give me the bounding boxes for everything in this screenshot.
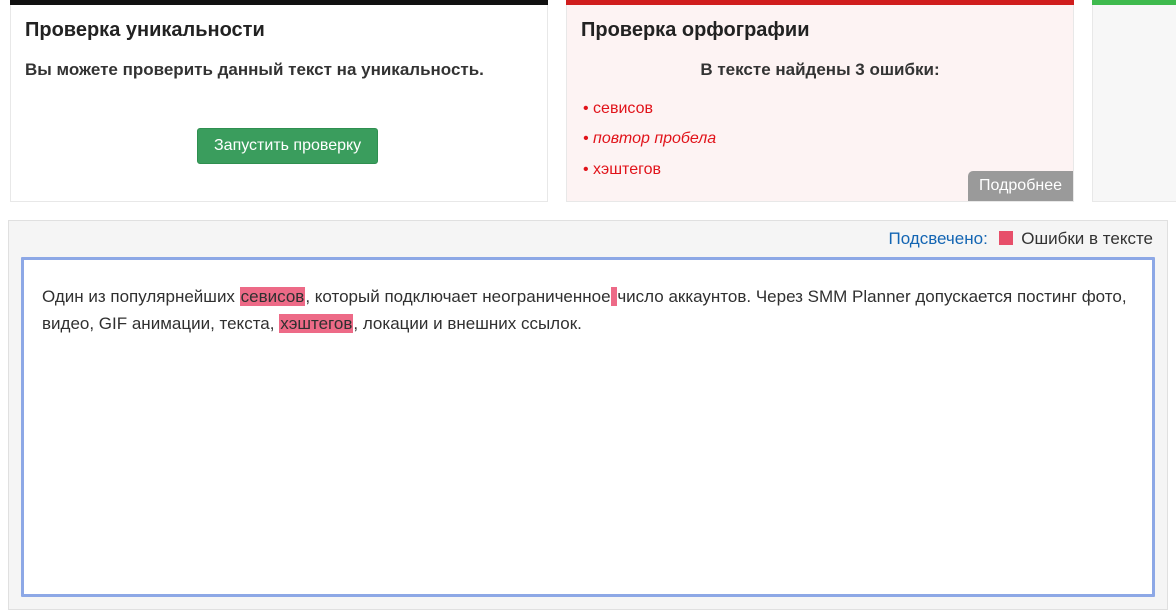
seo-panel: SEO-ана Всег Бе Колич (1092, 0, 1176, 202)
seo-row: Всег (1107, 64, 1176, 93)
spelling-panel: Проверка орфографии В тексте найдены 3 о… (566, 0, 1074, 202)
text-error-highlight[interactable]: хэштегов (279, 314, 353, 333)
seo-title: SEO-ана (1107, 19, 1176, 42)
spelling-error-item: севисов (583, 94, 1059, 124)
seo-row: Колич (1107, 121, 1176, 150)
spelling-error-item: повтор пробела (583, 124, 1059, 154)
uniqueness-title: Проверка уникальности (25, 19, 533, 42)
result-panel: Подсвечено: Ошибки в тексте Один из попу… (8, 220, 1168, 610)
spelling-subtitle: В тексте найдены 3 ошибки: (581, 60, 1059, 80)
uniqueness-panel-body: Проверка уникальности Вы можете проверит… (11, 5, 547, 180)
legend-label: Подсвечено: (888, 229, 987, 248)
run-check-button[interactable]: Запустить проверку (197, 128, 378, 164)
uniqueness-panel: Проверка уникальности Вы можете проверит… (10, 0, 548, 202)
seo-row: Бе (1107, 93, 1176, 122)
legend-bar: Подсвечено: Ошибки в тексте (9, 221, 1167, 257)
spelling-title: Проверка орфографии (581, 19, 1059, 42)
details-button[interactable]: Подробнее (968, 171, 1073, 201)
legend-name: Ошибки в тексте (1021, 229, 1153, 248)
text-fragment: , локации и внешних ссылок. (353, 314, 582, 333)
seo-panel-body: SEO-ана Всег Бе Колич (1093, 5, 1176, 166)
panels-row: Проверка уникальности Вы можете проверит… (0, 0, 1176, 212)
text-fragment: Один из популярнейших (42, 287, 240, 306)
legend-swatch (999, 231, 1013, 245)
text-error-highlight[interactable]: севисов (240, 287, 306, 306)
text-box[interactable]: Один из популярнейших севисов, который п… (21, 257, 1155, 597)
seo-rows: Всег Бе Колич (1107, 60, 1176, 150)
text-fragment: , который подключает неограниченное (305, 287, 610, 306)
uniqueness-desc: Вы можете проверить данный текст на уник… (25, 60, 533, 80)
checked-text: Один из популярнейших севисов, который п… (42, 284, 1134, 337)
